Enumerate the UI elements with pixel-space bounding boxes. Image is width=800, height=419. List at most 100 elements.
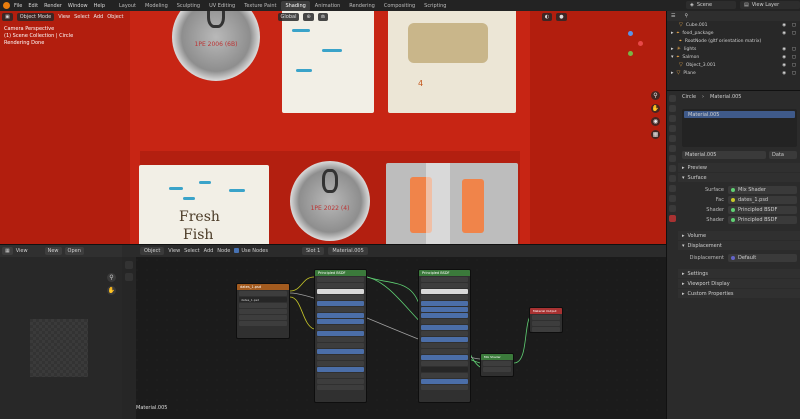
menu-window[interactable]: Window — [68, 3, 88, 9]
viewport-menu-object[interactable]: Object — [107, 14, 123, 20]
node-principled-bsdf-1[interactable]: Principled BSDF — [314, 269, 367, 403]
eye-icon-6[interactable]: ◉ — [782, 71, 786, 76]
particles-tab-icon[interactable] — [668, 175, 676, 182]
open-image-button[interactable]: Open — [64, 247, 84, 255]
outliner[interactable]: ☰ ⚲ ▽ Cube.001 ◉ ▢ ▸ ⌖ food_package ◉ ▢ ⌖ RootNo… — [666, 11, 800, 90]
tab-scripting[interactable]: Scripting — [420, 1, 450, 11]
panel-displacement[interactable]: ▾ Displacement — [678, 241, 800, 250]
shader-node-editor[interactable]: Object View Select Add Node Use Nodes Sl… — [122, 244, 666, 419]
image-editor-type-icon[interactable]: ▦ — [2, 247, 13, 255]
camera-view-icon[interactable]: ◉ — [651, 117, 660, 126]
object-tab-icon[interactable] — [668, 155, 676, 162]
node-mix-shader[interactable]: Mix Shader — [480, 353, 514, 377]
render-icon-6[interactable]: ▢ — [792, 71, 796, 76]
eye-icon-4[interactable]: ◉ — [782, 55, 786, 60]
viewport-menu-add[interactable]: Add — [94, 14, 104, 20]
constraints-tab-icon[interactable] — [668, 195, 676, 202]
menu-render[interactable]: Render — [44, 3, 62, 9]
render-icon-4[interactable]: ▢ — [792, 55, 796, 60]
render-tab-icon[interactable] — [668, 105, 676, 112]
eye-icon-5[interactable]: ◉ — [782, 63, 786, 68]
world-tab-icon[interactable] — [668, 145, 676, 152]
outliner-filter-icon[interactable]: ⚲ — [684, 13, 688, 19]
panel-settings[interactable]: ▸ Settings — [678, 269, 800, 278]
node-image-texture[interactable]: dates_1.psd dates_1.psd — [236, 283, 290, 339]
output-tab-icon[interactable] — [668, 115, 676, 122]
expand-icon-6[interactable]: ▸ — [671, 70, 674, 76]
mode-dropdown[interactable]: Object Mode — [16, 13, 55, 21]
zoom-icon[interactable]: ⚲ — [651, 91, 660, 100]
data-tab-icon[interactable] — [668, 205, 676, 212]
view-layer-selector[interactable]: ▤ View Layer — [740, 1, 800, 9]
outliner-row-6[interactable]: ▸ ▽ Plane ◉ ▢ — [667, 69, 800, 77]
expand-icon-4[interactable]: ▾ — [671, 54, 674, 60]
scene-tab-icon[interactable] — [668, 135, 676, 142]
pivot-icon[interactable]: ⊕ — [303, 13, 314, 21]
tab-compositing[interactable]: Compositing — [380, 1, 419, 11]
physics-tab-icon[interactable] — [668, 185, 676, 192]
tab-shading[interactable]: Shading — [281, 0, 310, 11]
snap-icon[interactable]: ⋒ — [317, 13, 328, 21]
material-slot-list[interactable]: Material.005 — [682, 109, 797, 147]
tab-animation[interactable]: Animation — [311, 1, 345, 11]
displacement-value[interactable]: Default — [728, 254, 797, 262]
panel-volume[interactable]: ▸ Volume — [678, 231, 800, 240]
tab-layout[interactable]: Layout — [115, 1, 140, 11]
tab-modeling[interactable]: Modeling — [141, 1, 172, 11]
panel-custom-properties[interactable]: ▸ Custom Properties — [678, 289, 800, 298]
material-slot[interactable]: Material.005 — [684, 111, 795, 118]
shading-icon[interactable]: ● — [556, 13, 567, 21]
menu-file[interactable]: File — [14, 3, 22, 9]
material-name-field[interactable]: Material.005 — [682, 151, 766, 159]
node-material-output[interactable]: Material Output — [529, 307, 563, 333]
blender-logo-icon[interactable] — [3, 2, 10, 9]
render-icon-1[interactable]: ▢ — [792, 31, 796, 36]
image-menu-view[interactable]: View — [16, 248, 28, 254]
outliner-row-0[interactable]: ▽ Cube.001 ◉ ▢ — [667, 21, 800, 29]
3d-viewport[interactable]: ▣ Object Mode View Select Add Object Glo… — [0, 11, 666, 244]
tab-uv-editing[interactable]: UV Editing — [205, 1, 239, 11]
new-image-button[interactable]: New — [44, 247, 62, 255]
menu-help[interactable]: Help — [94, 3, 105, 9]
pan-hand-icon[interactable]: ✋ — [651, 104, 660, 113]
navigation-gizmo[interactable] — [618, 31, 644, 57]
expand-icon-3[interactable]: ▸ — [671, 46, 674, 52]
tab-texture-paint[interactable]: Texture Paint — [240, 1, 280, 11]
outliner-type-icon[interactable]: ☰ — [671, 13, 675, 19]
editor-type-icon[interactable]: ▣ — [2, 13, 13, 21]
render-icon[interactable]: ▢ — [792, 23, 796, 28]
tab-sculpting[interactable]: Sculpting — [173, 1, 204, 11]
eye-icon[interactable]: ◉ — [782, 23, 786, 28]
tool-tab-icon[interactable] — [668, 95, 676, 102]
outliner-row-1[interactable]: ▸ ⌖ food_package ◉ ▢ — [667, 29, 800, 37]
eye-icon-3[interactable]: ◉ — [782, 47, 786, 52]
eye-icon-1[interactable]: ◉ — [782, 31, 786, 36]
image-editor[interactable]: ▦ View New Open ⚲ ✋ — [0, 244, 122, 419]
view-layer-tab-icon[interactable] — [668, 125, 676, 132]
material-link-dropdown[interactable]: Data — [769, 151, 797, 159]
image-pan-icon[interactable]: ✋ — [107, 286, 116, 295]
modifier-tab-icon[interactable] — [668, 165, 676, 172]
render-icon-3[interactable]: ▢ — [792, 47, 796, 52]
properties-editor[interactable]: Circle › Material.005 Material.005 Mater… — [666, 90, 800, 419]
node-image-field[interactable]: dates_1.psd — [239, 297, 287, 302]
panel-preview[interactable]: ▸ Preview — [678, 163, 800, 172]
viewport-menu-view[interactable]: View — [58, 14, 70, 20]
surface-value[interactable]: Mix Shader — [728, 186, 797, 194]
shader-1-value[interactable]: Principled BSDF — [728, 206, 797, 214]
material-tab-icon[interactable] — [668, 215, 676, 222]
orientation-dropdown[interactable]: Global — [277, 13, 300, 21]
overlay-icon[interactable]: ◐ — [541, 13, 553, 21]
shader-2-value[interactable]: Principled BSDF — [728, 216, 797, 224]
menu-edit[interactable]: Edit — [28, 3, 38, 9]
scene-selector[interactable]: ◈ Scene — [686, 1, 736, 9]
outliner-row-4[interactable]: ▾ ⌖ Salmon ◉ ▢ — [667, 53, 800, 61]
panel-surface[interactable]: ▾ Surface — [678, 173, 800, 182]
outliner-row-5[interactable]: ▽ Object_3.001 ◉ ▢ — [667, 61, 800, 69]
image-zoom-icon[interactable]: ⚲ — [107, 273, 116, 282]
render-icon-5[interactable]: ▢ — [792, 63, 796, 68]
tab-rendering[interactable]: Rendering — [345, 1, 379, 11]
outliner-row-2[interactable]: ⌖ RootNode (gltf orientation matrix) — [667, 37, 800, 45]
grid-icon[interactable]: ▦ — [651, 130, 660, 139]
viewport-menu-select[interactable]: Select — [74, 14, 89, 20]
